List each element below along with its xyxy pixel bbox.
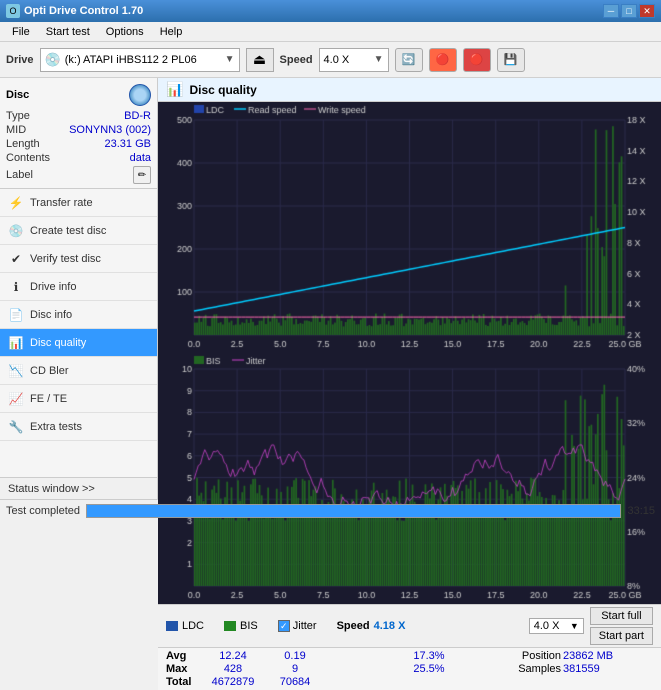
start-full-button[interactable]: Start full bbox=[590, 607, 653, 625]
mid-value: SONYNN3 (002) bbox=[69, 124, 151, 136]
max-jitter-val: 25.5% bbox=[389, 663, 469, 675]
bis-legend-label: BIS bbox=[240, 620, 258, 632]
length-label: Length bbox=[6, 138, 40, 150]
sidebar: Disc Type BD-R MID SONYNN3 (002) Length … bbox=[0, 78, 158, 499]
fe-te-icon: 📈 bbox=[8, 391, 24, 407]
sidebar-item-disc-info[interactable]: 📄 Disc info bbox=[0, 301, 157, 329]
type-label: Type bbox=[6, 110, 30, 122]
disc-section-title: Disc bbox=[6, 89, 29, 101]
main-area: Disc Type BD-R MID SONYNN3 (002) Length … bbox=[0, 78, 661, 499]
verify-disc-icon: ✔ bbox=[8, 251, 24, 267]
drive-label: Drive bbox=[6, 54, 34, 66]
contents-value: data bbox=[130, 152, 151, 164]
stats-speed-label: Speed bbox=[337, 620, 370, 632]
app-icon: O bbox=[6, 4, 20, 18]
disc-image-icon bbox=[129, 84, 151, 106]
settings-button[interactable]: 🔴 bbox=[429, 48, 457, 72]
content-area: 📊 Disc quality LDC BIS ✓ bbox=[158, 78, 661, 499]
length-value: 23.31 GB bbox=[105, 138, 151, 150]
type-value: BD-R bbox=[124, 110, 151, 122]
save-button[interactable]: 💾 bbox=[497, 48, 525, 72]
total-bis-val: 70684 bbox=[265, 676, 325, 688]
close-button[interactable]: ✕ bbox=[639, 4, 655, 18]
jitter-checkbox-row: ✓ Jitter bbox=[278, 620, 317, 632]
toolbar: Drive 💿 (k:) ATAPI iHBS112 2 PL06 ▼ ⏏ Sp… bbox=[0, 42, 661, 78]
disc-quality-header-icon: 📊 bbox=[166, 81, 183, 98]
sidebar-item-drive-info[interactable]: ℹ Drive info bbox=[0, 273, 157, 301]
disc-quality-icon: 📊 bbox=[8, 335, 24, 351]
extra-tests-icon: 🔧 bbox=[8, 419, 24, 435]
total-row-label: Total bbox=[166, 676, 201, 688]
minimize-button[interactable]: ─ bbox=[603, 4, 619, 18]
sidebar-nav: ⚡ Transfer rate 💿 Create test disc ✔ Ver… bbox=[0, 189, 157, 477]
total-ldc-val: 4672879 bbox=[203, 676, 263, 688]
max-row-label: Max bbox=[166, 663, 201, 675]
start-part-button[interactable]: Start part bbox=[590, 627, 653, 645]
sidebar-item-transfer-rate[interactable]: ⚡ Transfer rate bbox=[0, 189, 157, 217]
stats-data-rows: Avg 12.24 0.19 17.3% Position 23862 MB M… bbox=[158, 647, 661, 690]
avg-jitter-val: 17.3% bbox=[389, 650, 469, 662]
ldc-legend-box bbox=[166, 621, 178, 631]
position-label: Position bbox=[471, 650, 561, 662]
charts-area bbox=[158, 102, 661, 604]
max-bis-val: 9 bbox=[265, 663, 325, 675]
sidebar-item-create-test-disc[interactable]: 💿 Create test disc bbox=[0, 217, 157, 245]
ldc-chart bbox=[158, 102, 661, 353]
refresh-button[interactable]: 🔄 bbox=[395, 48, 423, 72]
menu-bar: File Start test Options Help bbox=[0, 22, 661, 42]
menu-help[interactable]: Help bbox=[152, 24, 191, 40]
status-window-button[interactable]: Status window >> bbox=[0, 477, 157, 499]
samples-value: 381559 bbox=[563, 663, 643, 675]
mid-label: MID bbox=[6, 124, 26, 136]
label-label: Label bbox=[6, 169, 33, 181]
samples-label: Samples bbox=[471, 663, 561, 675]
eject-button[interactable]: ⏏ bbox=[246, 48, 274, 72]
sidebar-item-fe-te[interactable]: 📈 FE / TE bbox=[0, 385, 157, 413]
progress-bar bbox=[86, 504, 621, 518]
content-title: Disc quality bbox=[189, 83, 256, 97]
max-ldc-val: 428 bbox=[203, 663, 263, 675]
contents-label: Contents bbox=[6, 152, 50, 164]
stats-speed-value: 4.18 X bbox=[374, 620, 406, 632]
disc-info-icon: 📄 bbox=[8, 307, 24, 323]
drive-info-icon: ℹ bbox=[8, 279, 24, 295]
avg-ldc-val: 12.24 bbox=[203, 650, 263, 662]
sidebar-item-cd-bler[interactable]: 📉 CD Bler bbox=[0, 357, 157, 385]
content-header: 📊 Disc quality bbox=[158, 78, 661, 102]
window-title: Opti Drive Control 1.70 bbox=[24, 5, 143, 17]
menu-start-test[interactable]: Start test bbox=[38, 24, 98, 40]
jitter-legend-label: Jitter bbox=[293, 620, 317, 632]
avg-bis-val: 0.19 bbox=[265, 650, 325, 662]
speed-selector[interactable]: 4.0 X ▼ bbox=[319, 48, 389, 72]
position-value: 23862 MB bbox=[563, 650, 643, 662]
label-edit-icon[interactable]: ✏ bbox=[133, 166, 151, 184]
bis-legend-box bbox=[224, 621, 236, 631]
bis-chart bbox=[158, 353, 661, 604]
speed-dropdown-display[interactable]: 4.0 X ▼ bbox=[529, 618, 584, 634]
create-disc-icon: 💿 bbox=[8, 223, 24, 239]
transfer-rate-icon: ⚡ bbox=[8, 195, 24, 211]
status-time: 33:15 bbox=[627, 505, 655, 517]
jitter-checkbox[interactable]: ✓ bbox=[278, 620, 290, 632]
menu-file[interactable]: File bbox=[4, 24, 38, 40]
speed-label: Speed bbox=[280, 54, 313, 66]
progress-bar-fill bbox=[87, 505, 620, 517]
cd-bler-icon: 📉 bbox=[8, 363, 24, 379]
disc-info-panel: Disc Type BD-R MID SONYNN3 (002) Length … bbox=[0, 78, 157, 189]
restore-button[interactable]: □ bbox=[621, 4, 637, 18]
title-bar: O Opti Drive Control 1.70 ─ □ ✕ bbox=[0, 0, 661, 22]
stats-header: LDC BIS ✓ Jitter Speed 4.18 X bbox=[158, 604, 661, 647]
window-controls: ─ □ ✕ bbox=[603, 4, 655, 18]
sidebar-item-verify-test-disc[interactable]: ✔ Verify test disc bbox=[0, 245, 157, 273]
drive-selector[interactable]: 💿 (k:) ATAPI iHBS112 2 PL06 ▼ bbox=[40, 48, 240, 72]
sidebar-item-disc-quality[interactable]: 📊 Disc quality bbox=[0, 329, 157, 357]
status-text: Test completed bbox=[6, 505, 80, 517]
info-button[interactable]: 🔴 bbox=[463, 48, 491, 72]
menu-options[interactable]: Options bbox=[98, 24, 152, 40]
sidebar-item-extra-tests[interactable]: 🔧 Extra tests bbox=[0, 413, 157, 441]
ldc-legend-label: LDC bbox=[182, 620, 204, 632]
avg-row-label: Avg bbox=[166, 650, 201, 662]
